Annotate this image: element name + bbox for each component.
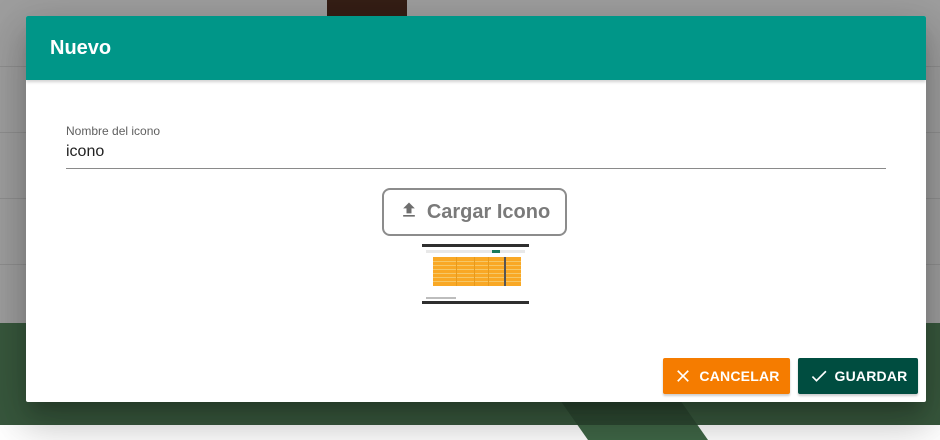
upload-icon-button[interactable]: Cargar Icono <box>382 188 567 236</box>
check-icon <box>809 366 829 386</box>
upload-button-label: Cargar Icono <box>426 200 551 223</box>
save-button[interactable]: GUARDAR <box>798 358 918 394</box>
icon-name-input[interactable] <box>66 138 886 169</box>
close-icon <box>673 366 693 386</box>
icon-preview-image <box>422 244 529 304</box>
cancel-button-label: CANCELAR <box>699 368 780 384</box>
icon-name-label: Nombre del icono <box>66 124 161 138</box>
dialog-header: Nuevo <box>26 16 926 80</box>
cancel-button[interactable]: CANCELAR <box>663 358 790 394</box>
dialog-title: Nuevo <box>50 36 112 59</box>
save-button-label: GUARDAR <box>834 368 908 384</box>
icon-name-field: Nombre del icono <box>66 124 886 169</box>
upload-icon <box>399 200 419 225</box>
new-icon-dialog: Nuevo Nombre del icono Cargar Icono CANC… <box>26 16 926 402</box>
